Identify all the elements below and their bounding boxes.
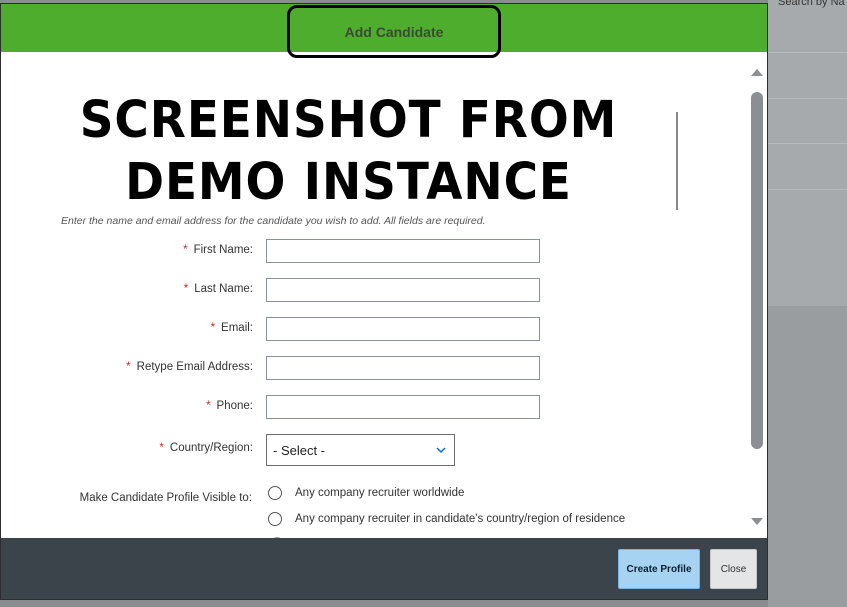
background-row-divider <box>768 52 847 53</box>
title-highlight-box: Add Candidate <box>287 5 501 58</box>
dialog-header: Add Candidate <box>1 4 767 58</box>
phone-row: * Phone: <box>1 395 561 419</box>
background-panel <box>768 0 847 306</box>
visibility-option-worldwide[interactable]: Any company recruiter worldwide <box>268 484 464 502</box>
dialog-footer: Create Profile Close <box>1 538 767 599</box>
scroll-down-icon[interactable] <box>749 515 765 527</box>
phone-label: * Phone: <box>206 400 253 412</box>
required-marker: * <box>206 400 211 412</box>
required-marker: * <box>183 283 189 295</box>
email-input[interactable] <box>266 317 540 341</box>
visibility-option-label: Any company recruiter worldwide <box>295 487 465 499</box>
radio-button[interactable] <box>268 486 282 500</box>
email-row: * Email: <box>1 317 561 341</box>
create-profile-button[interactable]: Create Profile <box>618 549 700 589</box>
country-row: * Country/Region: - Select - <box>1 434 561 466</box>
last-name-row: * Last Name: <box>1 278 561 302</box>
chevron-down-icon <box>436 447 446 454</box>
radio-button[interactable] <box>268 512 282 526</box>
watermark-line-1: SCREENSHOT FROM <box>79 91 618 150</box>
dialog-title: Add Candidate <box>344 23 444 40</box>
background-row-divider <box>768 143 847 144</box>
retype-email-row: * Retype Email Address: <box>1 356 561 380</box>
country-select-value: - Select - <box>273 442 326 458</box>
add-candidate-dialog: Add Candidate SCREENSHOT FROM DEMO INSTA… <box>0 3 768 600</box>
country-select[interactable]: - Select - <box>266 434 455 466</box>
required-marker: * <box>183 244 188 256</box>
background-search-text: Search by Na <box>778 0 845 8</box>
retype-email-label: * Retype Email Address: <box>126 361 253 373</box>
required-marker: * <box>159 442 164 454</box>
country-label: * Country/Region: <box>159 442 253 454</box>
first-name-row: * First Name: <box>1 239 561 263</box>
background-row-divider <box>768 189 847 190</box>
watermark-line-2: DEMO INSTANCE <box>125 153 572 212</box>
visibility-label: Make Candidate Profile Visible to: <box>79 492 252 504</box>
scroll-up-icon[interactable] <box>749 66 765 78</box>
first-name-input[interactable] <box>266 239 540 263</box>
phone-input[interactable] <box>266 395 540 419</box>
scrollbar-thumb[interactable] <box>751 92 763 449</box>
visibility-option-label: Any company recruiter in candidate's cou… <box>295 513 626 525</box>
last-name-input[interactable] <box>266 278 540 302</box>
close-button[interactable]: Close <box>710 549 757 589</box>
intro-text: Enter the name and email address for the… <box>61 215 486 227</box>
first-name-label: * First Name: <box>183 244 253 256</box>
required-marker: * <box>126 361 131 373</box>
last-name-label: * Last Name: <box>183 283 253 295</box>
background-row-divider <box>768 98 847 99</box>
retype-email-input[interactable] <box>266 356 540 380</box>
watermark: SCREENSHOT FROM DEMO INSTANCE <box>29 90 668 214</box>
visibility-option-country[interactable]: Any company recruiter in candidate's cou… <box>268 510 625 528</box>
email-label: * Email: <box>210 322 253 334</box>
text-cursor-line <box>676 112 678 210</box>
required-marker: * <box>210 322 216 334</box>
